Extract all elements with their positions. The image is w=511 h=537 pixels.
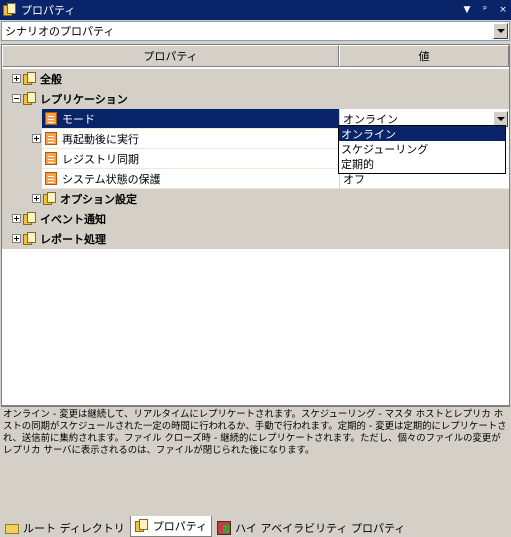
property-label: 再起動後に実行 — [62, 133, 139, 146]
tab-properties[interactable]: プロパティ — [129, 516, 213, 537]
high-availability-icon — [217, 520, 232, 535]
category-general[interactable]: 全般 — [2, 69, 509, 89]
properties-icon — [134, 519, 149, 533]
mode-option-online[interactable]: オンライン — [339, 126, 505, 141]
category-label: 全般 — [40, 73, 62, 86]
collapse-icon[interactable] — [12, 94, 21, 103]
category-label: イベント通知 — [40, 213, 106, 226]
grid-header: プロパティ 値 — [2, 45, 509, 67]
header-value[interactable]: 値 — [339, 45, 509, 67]
property-label: レジストリ同期 — [62, 153, 139, 166]
book-icon — [23, 232, 37, 246]
expand-icon[interactable] — [32, 194, 41, 203]
tab-root-directory[interactable]: ルート ディレクトリ — [0, 518, 130, 537]
panel-title-bar: プロパティ ▼ ᵖ × — [0, 0, 511, 20]
properties-icon — [3, 3, 17, 17]
expand-icon[interactable] — [12, 234, 21, 243]
property-grid: プロパティ 値 全般 レプリケーション モード オンライン 再起動後に実行 レジ… — [1, 44, 510, 406]
scenario-select-dropdown-button[interactable] — [493, 23, 508, 39]
book-icon — [23, 212, 37, 226]
scenario-select-value: シナリオのプロパティ — [5, 25, 115, 38]
property-icon — [45, 132, 57, 145]
book-icon — [23, 72, 37, 86]
property-label: システム状態の保護 — [62, 173, 161, 186]
tab-label: ルート ディレクトリ — [23, 521, 125, 535]
book-icon — [23, 92, 37, 106]
description-pane: オンライン - 変更は継続して、リアルタイムにレプリケートされます。スケジューリ… — [1, 406, 510, 513]
category-replication[interactable]: レプリケーション — [2, 89, 509, 109]
property-label: モード — [62, 113, 95, 126]
header-property[interactable]: プロパティ — [2, 45, 339, 67]
chevron-down-icon — [496, 116, 505, 121]
category-event-notification[interactable]: イベント通知 — [2, 209, 509, 229]
folder-icon — [5, 521, 19, 535]
close-button[interactable]: × — [495, 2, 511, 18]
book-icon — [43, 192, 57, 206]
category-label: レプリケーション — [40, 93, 128, 106]
description-text: オンライン - 変更は継続して、リアルタイムにレプリケートされます。スケジューリ… — [3, 409, 507, 456]
mode-dropdown-list: オンライン スケジューリング 定期的 — [338, 125, 506, 174]
panel-title: プロパティ — [21, 4, 76, 17]
chevron-down-icon — [496, 29, 505, 33]
pin-button[interactable]: ᵖ — [477, 2, 493, 18]
scenario-select[interactable]: シナリオのプロパティ — [1, 21, 510, 41]
tab-label: プロパティ — [152, 520, 208, 533]
expand-icon[interactable] — [12, 214, 21, 223]
bottom-tab-bar: ルート ディレクトリ プロパティ ハイ アベイラビリティ プロパティ — [0, 515, 511, 537]
expand-icon[interactable] — [32, 134, 41, 143]
category-options[interactable]: オプション設定 — [2, 189, 509, 209]
property-icon — [45, 172, 57, 185]
expand-icon[interactable] — [12, 74, 21, 83]
panel-menu-button[interactable]: ▼ — [459, 2, 475, 18]
mode-option-periodic[interactable]: 定期的 — [339, 156, 505, 171]
category-label: レポート処理 — [40, 233, 106, 246]
tab-high-availability-properties[interactable]: ハイ アベイラビリティ プロパティ — [212, 518, 410, 537]
tab-label: ハイ アベイラビリティ プロパティ — [235, 521, 406, 535]
category-label: オプション設定 — [60, 193, 137, 206]
mode-option-scheduling[interactable]: スケジューリング — [339, 141, 505, 156]
property-icon — [45, 112, 57, 125]
category-report-handling[interactable]: レポート処理 — [2, 229, 509, 249]
property-icon — [45, 152, 57, 165]
